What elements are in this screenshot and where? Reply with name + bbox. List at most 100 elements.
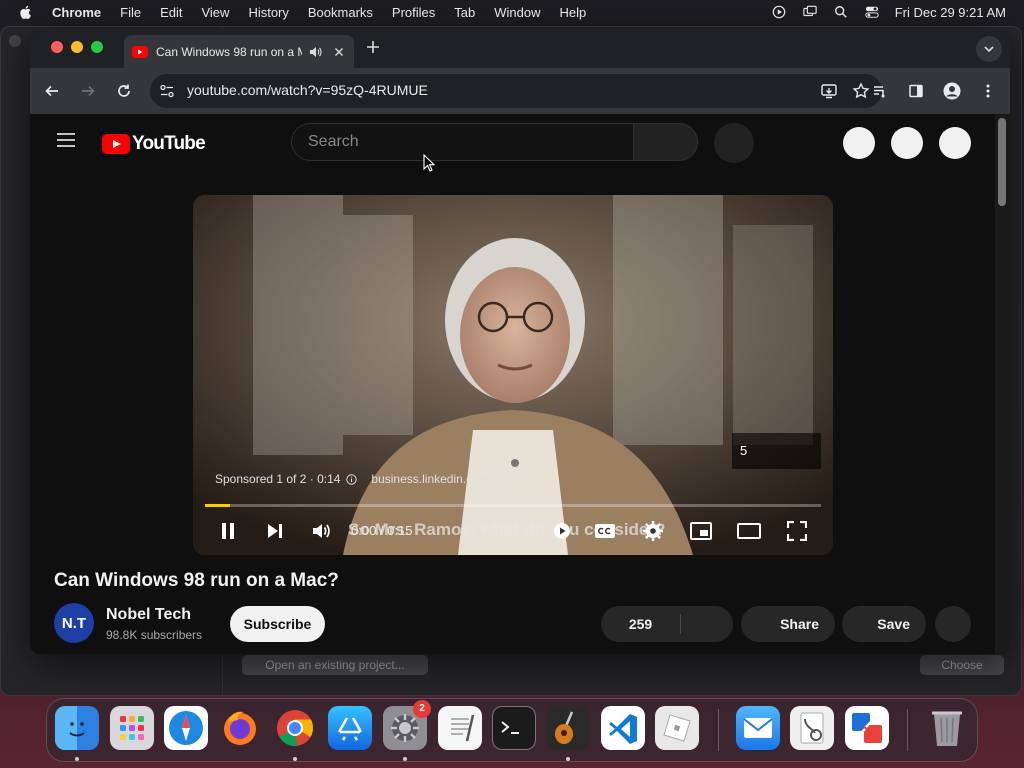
install-app-icon[interactable] xyxy=(820,82,838,100)
mail-icon[interactable] xyxy=(736,706,780,750)
browser-toolbar: youtube.com/watch?v=95zQ-4RUMUE xyxy=(30,68,1010,114)
youtube-logo[interactable]: YouTube xyxy=(102,133,206,155)
profile-button[interactable] xyxy=(942,81,962,101)
voice-search-button[interactable] xyxy=(714,123,754,163)
apple-icon[interactable] xyxy=(18,4,34,20)
roblox-icon[interactable] xyxy=(655,706,699,750)
close-tab-icon[interactable] xyxy=(332,45,346,59)
subscribe-button[interactable]: Subscribe xyxy=(230,606,325,642)
garageband-icon[interactable] xyxy=(546,706,590,750)
media-queue-icon xyxy=(874,86,885,98)
menu-edit[interactable]: Edit xyxy=(160,5,182,20)
spotlight-search-icon[interactable] xyxy=(833,5,849,19)
like-dislike-group: 259 xyxy=(601,606,733,642)
url-text[interactable]: youtube.com/watch?v=95zQ-4RUMUE xyxy=(187,82,428,98)
sponsor-link[interactable]: business.linkedin.com xyxy=(371,472,488,486)
open-existing-project-button[interactable]: Open an existing project... xyxy=(242,655,428,675)
hamburger-menu-icon[interactable] xyxy=(57,133,75,147)
share-button[interactable]: Share xyxy=(741,606,835,642)
search-button[interactable] xyxy=(633,123,698,161)
volume-button[interactable] xyxy=(309,519,333,543)
menu-bookmarks[interactable]: Bookmarks xyxy=(308,5,373,20)
migration-assistant-icon[interactable] xyxy=(845,706,889,750)
trash-icon[interactable] xyxy=(925,706,969,750)
menu-tab[interactable]: Tab xyxy=(454,5,475,20)
channel-avatar[interactable]: N.T xyxy=(54,603,94,643)
video-title: Can Windows 98 run on a Mac? xyxy=(54,570,339,591)
finder-icon[interactable] xyxy=(55,706,99,750)
minimize-window-button[interactable] xyxy=(71,41,83,53)
reload-icon xyxy=(118,84,130,97)
autoplay-toggle[interactable] xyxy=(550,519,574,543)
next-button[interactable] xyxy=(263,519,287,543)
settings-running-indicator xyxy=(403,757,407,761)
more-actions-button[interactable] xyxy=(935,606,971,642)
menu-profiles[interactable]: Profiles xyxy=(392,5,435,20)
skip-ad-countdown[interactable]: 5 xyxy=(732,433,821,469)
tab-audio-icon[interactable] xyxy=(308,45,322,59)
menu-window[interactable]: Window xyxy=(494,5,540,20)
pause-button[interactable] xyxy=(216,519,240,543)
menu-help[interactable]: Help xyxy=(560,5,587,20)
media-controls-button[interactable] xyxy=(870,81,890,101)
site-info-icon[interactable] xyxy=(159,83,175,99)
menu-file[interactable]: File xyxy=(120,5,141,20)
page-scrollbar[interactable] xyxy=(995,114,1010,654)
info-icon[interactable] xyxy=(346,473,358,485)
firefox-icon[interactable] xyxy=(218,706,262,750)
account-avatar[interactable] xyxy=(939,127,971,159)
menu-view[interactable]: View xyxy=(201,5,229,20)
tab-youtube[interactable]: Can Windows 98 run on a Mac? xyxy=(124,35,354,68)
choose-button[interactable]: Choose xyxy=(920,655,1004,675)
autoplay-icon xyxy=(554,523,570,539)
volume-icon xyxy=(313,524,330,538)
textedit-icon[interactable] xyxy=(438,706,482,750)
menu-chrome[interactable]: Chrome xyxy=(52,5,101,20)
progress-bar[interactable] xyxy=(205,504,821,507)
dock-separator xyxy=(718,709,719,751)
media-play-icon[interactable] xyxy=(771,5,787,19)
zoom-window-button[interactable] xyxy=(91,41,103,53)
preview-icon[interactable] xyxy=(790,706,834,750)
create-button[interactable] xyxy=(843,127,875,159)
youtube-page: YouTube Search Sponsored 1 of 2 · 0:14 b… xyxy=(30,114,1010,654)
chevron-down-icon xyxy=(984,46,994,53)
fullscreen-button[interactable] xyxy=(785,519,809,543)
safari-icon[interactable] xyxy=(164,706,208,750)
video-player[interactable]: Sponsored 1 of 2 · 0:14 business.linkedi… xyxy=(193,195,833,555)
terminal-icon[interactable] xyxy=(492,706,536,750)
tab-search-button[interactable] xyxy=(976,36,1002,62)
reload-button[interactable] xyxy=(114,81,134,101)
menubar-clock[interactable]: Fri Dec 29 9:21 AM xyxy=(895,5,1006,20)
app-store-icon[interactable] xyxy=(328,706,372,750)
scrollbar-thumb[interactable] xyxy=(998,118,1006,206)
settings-button[interactable] xyxy=(641,519,665,543)
close-window-button[interactable] xyxy=(51,41,63,53)
menubar: Chrome File Edit View History Bookmarks … xyxy=(0,0,1024,24)
notifications-button[interactable] xyxy=(891,127,923,159)
launchpad-icon[interactable] xyxy=(110,706,154,750)
back-button[interactable] xyxy=(42,81,62,101)
youtube-favicon-icon xyxy=(132,45,148,58)
forward-button[interactable] xyxy=(78,81,98,101)
save-button[interactable]: Save xyxy=(842,606,926,642)
youtube-play-logo-icon xyxy=(102,134,130,154)
system-settings-icon[interactable]: 2 xyxy=(383,700,431,750)
theater-mode-button[interactable] xyxy=(737,519,761,543)
vscode-icon[interactable] xyxy=(601,706,645,750)
channel-name[interactable]: Nobel Tech xyxy=(106,606,191,624)
side-panel-button[interactable] xyxy=(906,81,926,101)
chrome-icon[interactable] xyxy=(273,706,317,750)
screen-mirroring-icon[interactable] xyxy=(802,5,818,19)
menu-history[interactable]: History xyxy=(248,5,288,20)
control-center-icon[interactable] xyxy=(864,5,880,19)
bookmark-star-icon[interactable] xyxy=(852,82,870,100)
miniplayer-button[interactable] xyxy=(689,519,713,543)
new-tab-icon[interactable] xyxy=(366,40,380,54)
like-button[interactable]: 259 xyxy=(601,606,680,642)
chrome-menu-button[interactable] xyxy=(978,81,998,101)
address-bar[interactable]: youtube.com/watch?v=95zQ-4RUMUE xyxy=(150,74,882,108)
garageband-running-indicator xyxy=(566,757,570,761)
search-input[interactable]: Search xyxy=(291,123,634,161)
subtitles-button[interactable] xyxy=(593,519,617,543)
